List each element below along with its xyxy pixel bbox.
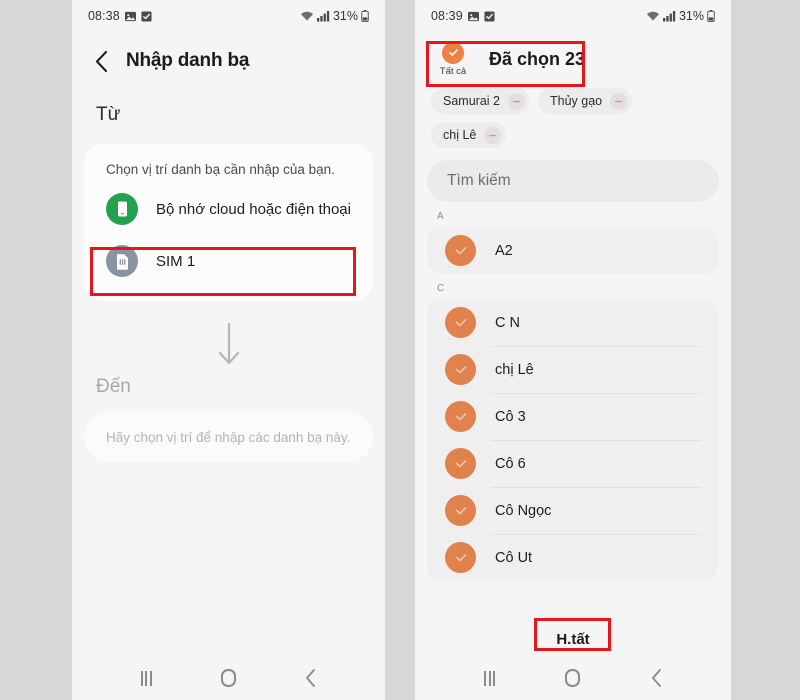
battery-icon	[361, 10, 369, 22]
search-input[interactable]: Tìm kiếm	[427, 160, 719, 202]
nav-bar-right	[415, 656, 731, 700]
contact-name: C N	[495, 314, 520, 331]
contact-name: Cô Ut	[495, 549, 533, 566]
wifi-icon	[646, 10, 660, 22]
select-all-toggle[interactable]: Tất cả	[433, 41, 473, 77]
selected-chips-list: Samurai 2 Thủy gạo chị Lê	[415, 84, 731, 154]
status-bar-right-group: 31%	[300, 9, 369, 23]
sim-card-icon	[106, 245, 138, 277]
minus-circle-icon[interactable]	[610, 92, 628, 110]
card-caption: Chọn vị trí danh bạ cần nhập của bạn.	[106, 162, 335, 177]
left-spacer	[72, 462, 385, 656]
source-selection-card: Chọn vị trí danh bạ cần nhập của bạn. Bộ…	[84, 144, 373, 301]
alpha-section-header: A	[437, 211, 444, 222]
option-label: SIM 1	[156, 252, 196, 270]
status-bar-left-group: 08:39	[431, 9, 495, 23]
contact-name: Cô Ngọc	[495, 502, 552, 519]
avatar-checked-icon	[445, 307, 476, 338]
select-all-label: Tất cả	[439, 65, 467, 77]
avatar-checked-icon	[445, 448, 476, 479]
contact-name: A2	[495, 242, 513, 259]
contacts-group-a: A2	[427, 227, 719, 274]
arrow-down-icon	[216, 322, 242, 370]
destination-placeholder: Hãy chọn vị trí để nhập các danh bạ này.	[106, 429, 351, 445]
status-bar-right-group: 31%	[646, 9, 715, 23]
status-bar-left: 08:38 31%	[72, 0, 385, 32]
checkbox-icon	[141, 10, 152, 22]
phone-screen-right: 08:39 31% Tất cả Đã chọn 23 Samurai 2 Th…	[415, 0, 731, 700]
contact-row[interactable]: C N	[427, 299, 719, 346]
phone-storage-icon	[106, 193, 138, 225]
status-time: 08:38	[88, 9, 120, 23]
battery-percent: 31%	[678, 9, 704, 23]
avatar-checked-icon	[445, 235, 476, 266]
back-chevron-icon[interactable]	[90, 50, 112, 72]
back-icon[interactable]	[305, 669, 316, 687]
app-bar-left: Nhập danh bạ	[72, 32, 385, 90]
battery-percent: 31%	[332, 9, 358, 23]
status-time: 08:39	[431, 9, 463, 23]
chip-item[interactable]: chị Lê	[431, 122, 507, 148]
contacts-group-c: C N chị Lê Cô 3 Cô 6 Cô Ngọc Cô Ut	[427, 299, 719, 581]
chip-label: Thủy gạo	[549, 94, 603, 108]
destination-picker[interactable]: Hãy chọn vị trí để nhập các danh bạ này.	[84, 412, 373, 462]
from-section-label: Từ	[96, 104, 121, 125]
page-title: Nhập danh bạ	[126, 50, 250, 71]
status-bar-left-group: 08:38	[88, 9, 152, 23]
search-placeholder: Tìm kiếm	[447, 172, 511, 189]
recents-icon[interactable]	[140, 670, 152, 686]
avatar-checked-icon	[445, 401, 476, 432]
minus-circle-icon[interactable]	[484, 126, 502, 144]
selection-header: Tất cả Đã chọn 23	[415, 32, 731, 84]
chip-item[interactable]: Thủy gạo	[537, 88, 633, 114]
option-label: Bộ nhớ cloud hoặc điện thoại	[156, 200, 351, 218]
checkbox-icon	[484, 10, 495, 22]
check-icon	[442, 41, 464, 64]
home-icon[interactable]	[220, 669, 236, 687]
avatar-checked-icon	[445, 542, 476, 573]
wifi-icon	[300, 10, 314, 22]
alpha-section-header: C	[437, 283, 445, 294]
recents-icon[interactable]	[484, 670, 496, 686]
signal-icon	[662, 10, 676, 22]
back-icon[interactable]	[651, 669, 662, 687]
chip-label: Samurai 2	[443, 94, 500, 108]
image-icon	[124, 11, 136, 22]
option-row-sim-1[interactable]: SIM 1	[84, 235, 373, 287]
done-button-container: H.tất	[415, 619, 731, 656]
status-bar-right: 08:39 31%	[415, 0, 731, 32]
done-button[interactable]: H.tất	[556, 631, 589, 648]
contact-row[interactable]: Cô Ut	[427, 534, 719, 581]
home-icon[interactable]	[565, 669, 581, 687]
arrow-container	[72, 322, 385, 370]
chip-label: chị Lê	[443, 128, 477, 142]
contacts-list[interactable]: A A2 C C N chị Lê Cô 3 Cô 6 Cô Ngọc Cô U…	[415, 202, 731, 619]
screenshot-stage: 08:38 31% Nhập danh bạ Từ Chọn vị trí da…	[0, 0, 800, 700]
phone-screen-left: 08:38 31% Nhập danh bạ Từ Chọn vị trí da…	[72, 0, 385, 700]
to-section-label: Đến	[96, 376, 131, 397]
contact-row[interactable]: Cô 6	[427, 440, 719, 487]
avatar-checked-icon	[445, 495, 476, 526]
contact-name: Cô 6	[495, 455, 526, 472]
contact-row[interactable]: Cô 3	[427, 393, 719, 440]
nav-bar-left	[72, 656, 385, 700]
contact-row[interactable]: A2	[427, 227, 719, 274]
image-icon	[467, 11, 479, 22]
chip-item[interactable]: Samurai 2	[431, 88, 530, 114]
contact-row[interactable]: chị Lê	[427, 346, 719, 393]
contact-name: chị Lê	[495, 361, 534, 378]
contact-name: Cô 3	[495, 408, 526, 425]
avatar-checked-icon	[445, 354, 476, 385]
minus-circle-icon[interactable]	[507, 92, 525, 110]
battery-icon	[707, 10, 715, 22]
selected-count-title: Đã chọn 23	[489, 48, 586, 69]
option-row-cloud-phone[interactable]: Bộ nhớ cloud hoặc điện thoại	[84, 183, 373, 235]
contact-row[interactable]: Cô Ngọc	[427, 487, 719, 534]
signal-icon	[316, 10, 330, 22]
